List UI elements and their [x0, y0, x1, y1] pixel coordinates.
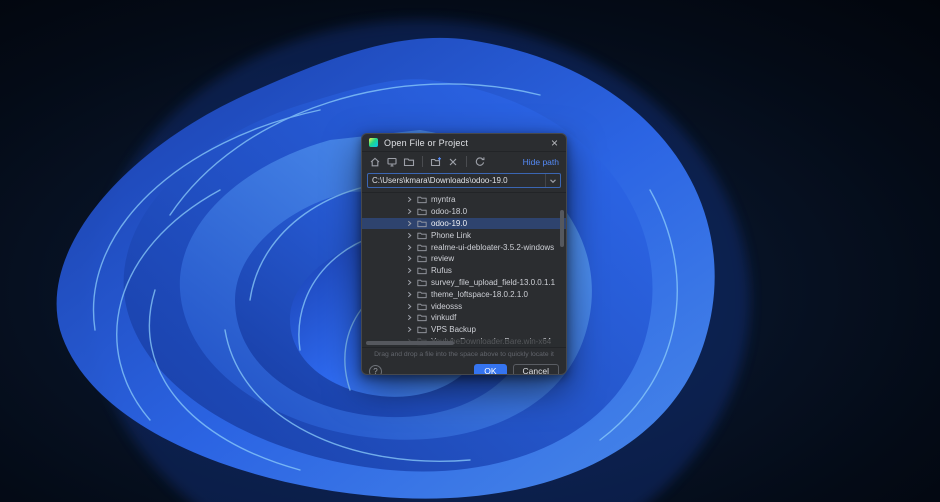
folder-icon: [417, 244, 427, 251]
tree-row[interactable]: vinkudf: [362, 312, 566, 324]
folder-icon: [417, 256, 427, 263]
tree-item-label: odoo-18.0: [431, 207, 468, 217]
hide-path-link[interactable]: Hide path: [523, 157, 559, 167]
tree-item-label: odoo-19.0: [431, 218, 468, 228]
path-combo-box: [367, 173, 561, 188]
chevron-right-icon[interactable]: [406, 326, 413, 333]
chevron-right-icon[interactable]: [406, 220, 413, 227]
folder-icon: [417, 315, 427, 322]
cancel-button[interactable]: Cancel: [512, 364, 559, 374]
tree-item-label: review: [431, 254, 455, 264]
folder-icon: [417, 267, 427, 275]
tree-row[interactable]: [362, 347, 566, 348]
dialog-title: Open File or Project: [384, 137, 469, 148]
chevron-right-icon[interactable]: [406, 255, 413, 262]
tree-row[interactable]: survey_file_upload_field-13.0.0.1.1: [362, 277, 566, 289]
tree-item-label: survey_file_upload_field-13.0.0.1.1: [431, 277, 556, 287]
tree-item-label: realme-ui-debloater-3.5.2-windows: [431, 242, 555, 252]
delete-icon[interactable]: [447, 156, 459, 168]
folder-icon: [417, 291, 427, 298]
tree-item-label: videosss: [431, 301, 463, 311]
dialog-titlebar: Open File or Project ×: [362, 134, 566, 152]
tree-row[interactable]: myntra: [362, 194, 566, 206]
folder-icon: [417, 326, 427, 334]
chevron-right-icon[interactable]: [406, 208, 413, 215]
folder-icon: [417, 220, 427, 228]
drag-drop-hint: Drag and drop a file into the space abov…: [374, 351, 554, 358]
chevron-right-icon[interactable]: [406, 279, 413, 286]
tree-row[interactable]: realme-ui-debloater-3.5.2-windows: [362, 241, 566, 253]
chevron-down-icon: [550, 178, 556, 183]
chevron-right-icon[interactable]: [406, 291, 413, 298]
dialog-footer: ? OK Cancel: [362, 359, 566, 374]
close-icon[interactable]: ×: [550, 137, 559, 149]
horizontal-scrollbar-thumb[interactable]: [366, 341, 454, 345]
tree-item-label: VPS Backup: [431, 325, 476, 335]
tree-row[interactable]: VPS Backup: [362, 324, 566, 336]
combo-dropdown-button[interactable]: [545, 174, 560, 187]
tree-row[interactable]: videosss: [362, 300, 566, 312]
desktop-icon[interactable]: [386, 156, 398, 168]
chevron-right-icon[interactable]: [406, 232, 413, 239]
vertical-scrollbar-thumb[interactable]: [560, 210, 564, 247]
help-button[interactable]: ?: [369, 364, 382, 374]
chevron-right-icon[interactable]: [406, 303, 413, 310]
tree-item-label: vinkudf: [431, 313, 457, 323]
folder-icon: [417, 232, 427, 239]
open-file-dialog: Open File or Project × Hide path C:\User…: [361, 133, 567, 375]
tree-row[interactable]: review: [362, 253, 566, 265]
file-tree[interactable]: myntra odoo-18.0 odoo-19.0 Phone Link realme…: [362, 192, 566, 348]
tree-item-label: theme_loftspace-18.0.2.1.0: [431, 289, 528, 299]
chevron-right-icon[interactable]: [406, 267, 413, 274]
chevron-right-icon[interactable]: [406, 314, 413, 321]
desktop: Open File or Project × Hide path C:\User…: [0, 0, 940, 502]
ok-button[interactable]: OK: [474, 364, 507, 374]
toolbar-separator: [466, 156, 467, 167]
toolbar-separator: [422, 156, 423, 167]
tree-item-label: Phone Link: [431, 230, 472, 240]
tree-item-label: myntra: [431, 195, 456, 205]
tree-row[interactable]: odoo-19.0: [362, 217, 566, 230]
folder-icon: [417, 208, 427, 216]
chevron-right-icon[interactable]: [406, 196, 413, 203]
folder-icon: [417, 279, 427, 287]
pycharm-app-icon: [369, 138, 378, 147]
folder-icon: [417, 303, 427, 310]
path-input[interactable]: [368, 174, 545, 187]
tree-row[interactable]: Rufus: [362, 265, 566, 277]
folder-icon: [417, 197, 427, 204]
tree-item-label: Rufus: [431, 266, 452, 276]
chevron-right-icon[interactable]: [406, 244, 413, 251]
file-chooser-toolbar: Hide path: [362, 152, 566, 171]
tree-row[interactable]: odoo-18.0: [362, 206, 566, 218]
refresh-icon[interactable]: [474, 156, 486, 168]
project-folder-icon[interactable]: [403, 156, 415, 168]
new-folder-icon[interactable]: [430, 156, 442, 168]
tree-row[interactable]: theme_loftspace-18.0.2.1.0: [362, 288, 566, 300]
home-icon[interactable]: [369, 156, 381, 168]
tree-row[interactable]: Phone Link: [362, 229, 566, 241]
